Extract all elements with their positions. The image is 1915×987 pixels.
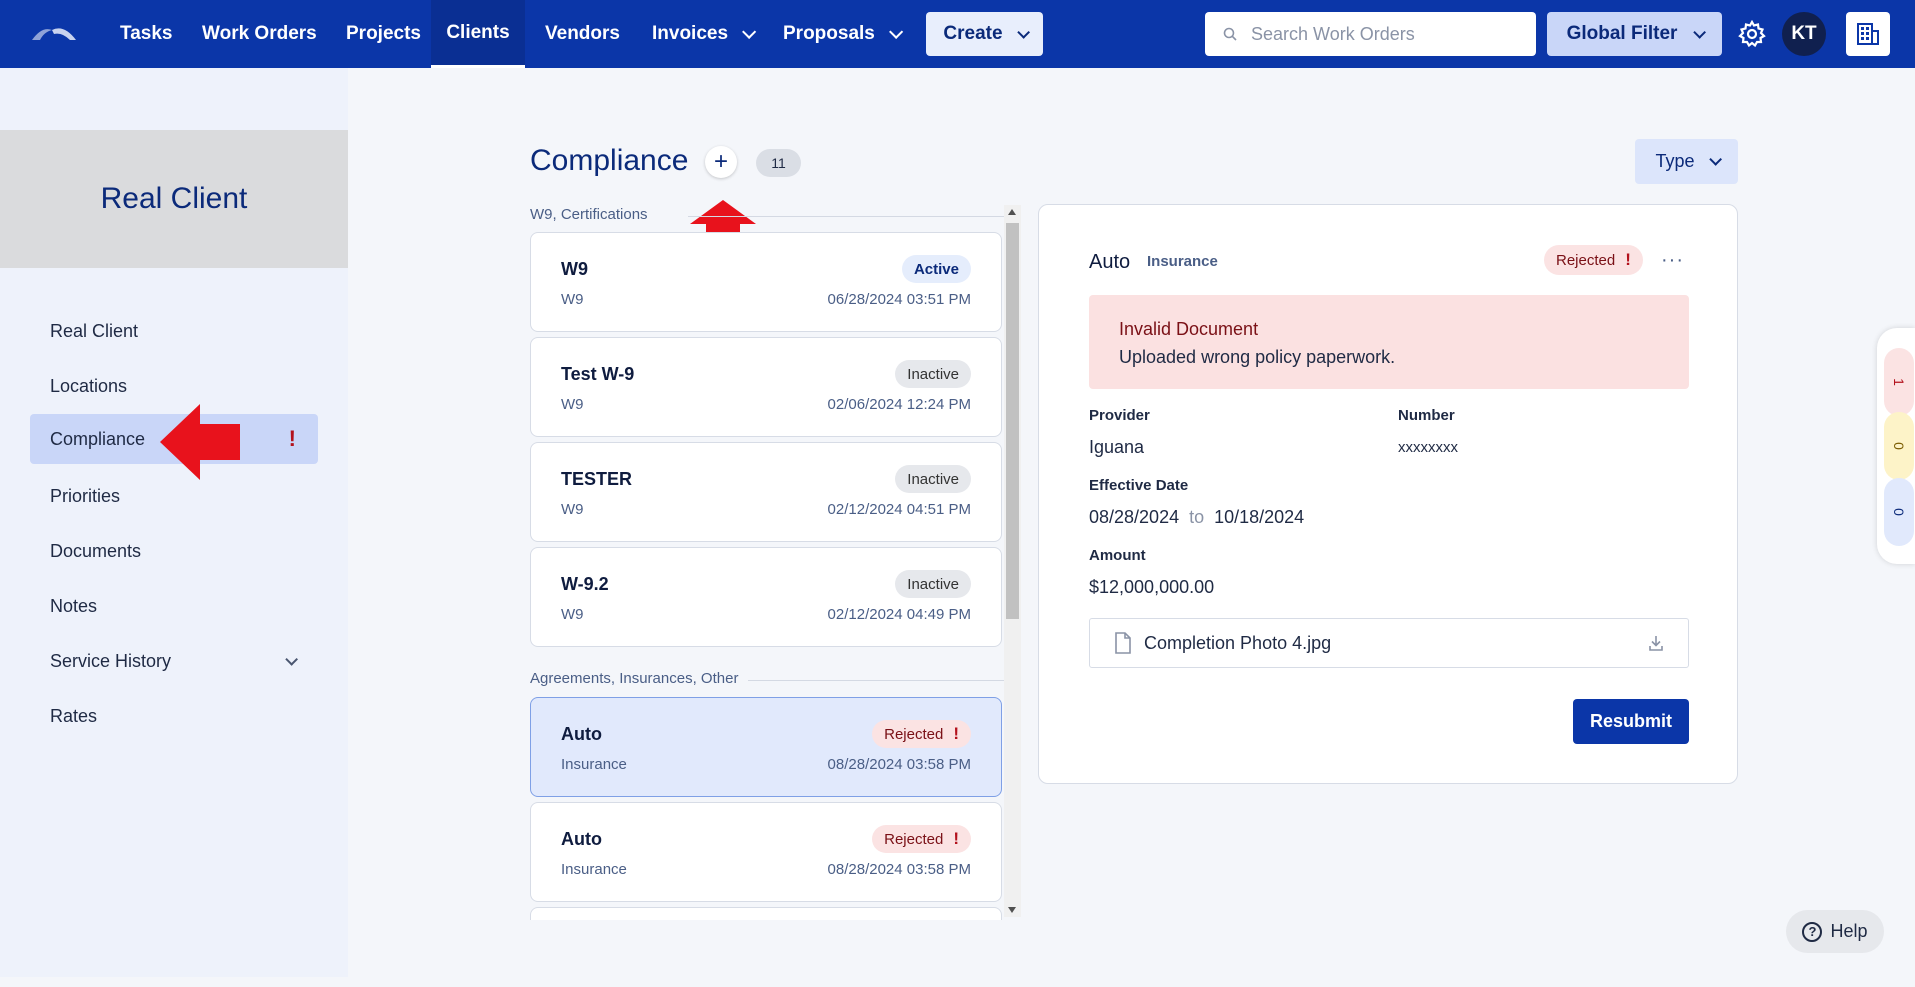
detail-title: Auto	[1089, 251, 1131, 273]
chevron-down-icon	[1016, 25, 1030, 39]
logo-icon[interactable]	[30, 22, 78, 46]
plus-icon: +	[713, 148, 728, 175]
sidebar-item-documents[interactable]: Documents	[30, 526, 318, 576]
nav-tasks[interactable]: Tasks	[120, 0, 172, 68]
search-input[interactable]	[1251, 23, 1511, 45]
status-badge: Rejected!	[872, 720, 971, 748]
group-label-certifications: W9, Certifications	[530, 206, 648, 223]
status-badge: Inactive	[895, 360, 971, 388]
divider	[688, 216, 1004, 217]
compliance-list: W9, Certifications W9 W9 Active 06/28/20…	[528, 200, 1008, 920]
list-item[interactable]: TESTER W9 Inactive 02/12/2024 04:51 PM	[530, 442, 1002, 542]
list-item[interactable]: W-9.2 W9 Inactive 02/12/2024 04:49 PM	[530, 547, 1002, 647]
amount-value: $12,000,000.00	[1089, 577, 1215, 597]
effective-date-label: Effective Date	[1089, 477, 1189, 494]
building-icon	[1857, 23, 1879, 45]
client-name-header: Real Client	[0, 130, 348, 268]
nav-work-orders[interactable]: Work Orders	[202, 0, 317, 68]
count-badge: 11	[756, 149, 801, 177]
resubmit-button[interactable]: Resubmit	[1573, 699, 1689, 744]
nav-vendors[interactable]: Vendors	[545, 0, 620, 68]
status-badge: Active	[901, 255, 971, 283]
scroll-thumb[interactable]	[1006, 223, 1019, 619]
blue-counter[interactable]: 0	[1884, 478, 1914, 546]
download-icon[interactable]	[1648, 634, 1664, 652]
list-scrollbar[interactable]	[1004, 205, 1021, 917]
search-icon	[1223, 27, 1237, 41]
sidebar: Real Client Real Client Locations Compli…	[0, 68, 348, 977]
chevron-down-icon	[285, 652, 298, 666]
avatar[interactable]: KT	[1782, 12, 1826, 56]
number-label: Number	[1398, 407, 1455, 424]
error-alert: Invalid Document Uploaded wrong policy p…	[1089, 295, 1689, 389]
nav-invoices[interactable]: Invoices	[652, 0, 757, 68]
page-title: Compliance	[530, 144, 689, 177]
list-item[interactable]: Test W-9 W9 Inactive 02/06/2024 12:24 PM	[530, 337, 1002, 437]
attachment-row[interactable]: Completion Photo 4.jpg	[1089, 618, 1689, 668]
status-badge: Inactive	[895, 465, 971, 493]
list-item[interactable]	[530, 907, 1002, 920]
floating-counter-panel: 1 0 0	[1877, 328, 1915, 564]
chevron-down-icon	[1693, 25, 1707, 39]
more-options-icon[interactable]: ···	[1661, 249, 1684, 272]
scroll-up-icon[interactable]	[1008, 209, 1016, 215]
chevron-down-icon	[1708, 153, 1722, 166]
global-filter-button[interactable]: Global Filter	[1547, 12, 1722, 56]
sidebar-item-service-history[interactable]: Service History	[30, 636, 318, 686]
add-compliance-button[interactable]: +	[705, 146, 737, 178]
yellow-counter[interactable]: 0	[1884, 412, 1914, 480]
status-badge: Rejected!	[872, 825, 971, 853]
attachment-name: Completion Photo 4.jpg	[1144, 633, 1332, 653]
status-badge: Inactive	[895, 570, 971, 598]
list-item[interactable]: Auto Insurance Rejected! 08/28/2024 03:5…	[530, 697, 1002, 797]
annotation-arrow-left	[160, 404, 240, 480]
chevron-down-icon	[742, 24, 757, 39]
gear-icon[interactable]	[1738, 20, 1766, 48]
provider-label: Provider	[1089, 407, 1150, 424]
group-label-agreements: Agreements, Insurances, Other	[530, 670, 739, 687]
type-filter-button[interactable]: Type	[1635, 139, 1738, 184]
alert-message: Uploaded wrong policy paperwork.	[1119, 347, 1396, 367]
alert-title: Invalid Document	[1119, 319, 1259, 339]
file-icon	[1115, 632, 1131, 654]
sidebar-item-real-client[interactable]: Real Client	[30, 306, 318, 356]
status-badge: Rejected!	[1544, 245, 1643, 275]
nav-clients[interactable]: Clients	[431, 0, 525, 68]
sidebar-item-notes[interactable]: Notes	[30, 581, 318, 631]
effective-date-value: 08/28/2024 to 10/18/2024	[1089, 507, 1305, 527]
divider	[748, 680, 1004, 681]
nav-proposals[interactable]: Proposals	[783, 0, 904, 68]
sidebar-item-rates[interactable]: Rates	[30, 691, 318, 741]
help-button[interactable]: ? Help	[1786, 910, 1884, 953]
building-button[interactable]	[1846, 12, 1890, 56]
top-nav: Tasks Work Orders Projects Clients Vendo…	[0, 0, 1915, 68]
detail-panel: Auto Insurance Rejected! ··· Invalid Doc…	[1038, 204, 1738, 784]
scroll-down-icon[interactable]	[1008, 907, 1016, 913]
provider-value: Iguana	[1089, 437, 1145, 457]
chevron-down-icon	[888, 24, 904, 39]
alert-icon: !	[288, 426, 296, 451]
list-item[interactable]: Auto Insurance Rejected! 08/28/2024 03:5…	[530, 802, 1002, 902]
number-value: xxxxxxxx	[1398, 439, 1458, 456]
search-box	[1205, 12, 1536, 56]
help-icon: ?	[1802, 921, 1823, 942]
red-counter[interactable]: 1	[1884, 348, 1914, 416]
nav-projects[interactable]: Projects	[346, 0, 421, 68]
list-item[interactable]: W9 W9 Active 06/28/2024 03:51 PM	[530, 232, 1002, 332]
amount-label: Amount	[1089, 547, 1146, 564]
detail-type: Insurance	[1147, 253, 1218, 270]
create-button[interactable]: Create	[926, 12, 1043, 56]
